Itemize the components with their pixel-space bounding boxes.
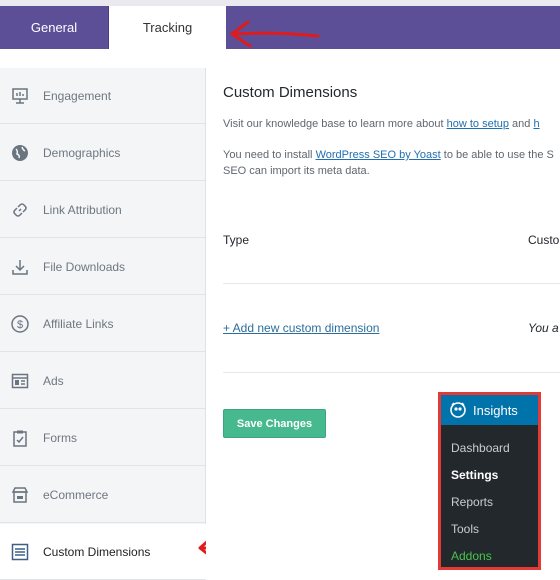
sidebar-item-link-attribution[interactable]: Link Attribution bbox=[0, 182, 205, 238]
kb-and-text: and bbox=[508, 118, 534, 130]
download-icon bbox=[10, 257, 30, 277]
install-notice-text: You need to install WordPress SEO by Yoa… bbox=[223, 147, 560, 179]
insights-menu-header[interactable]: Insights bbox=[441, 395, 538, 425]
sidebar-item-label: Link Attribution bbox=[43, 202, 122, 217]
sidebar-item-label: Affiliate Links bbox=[43, 316, 114, 331]
sidebar-item-label: eCommerce bbox=[43, 487, 109, 502]
divider bbox=[223, 372, 560, 373]
globe-icon bbox=[10, 143, 30, 163]
menu-item-dashboard[interactable]: Dashboard bbox=[451, 441, 510, 455]
add-custom-dimension-link[interactable]: + Add new custom dimension bbox=[223, 321, 379, 335]
sidebar-item-label: Custom Dimensions bbox=[43, 544, 151, 559]
sidebar-item-demographics[interactable]: Demographics bbox=[0, 125, 205, 181]
menu-item-reports[interactable]: Reports bbox=[451, 495, 493, 509]
sidebar-item-ecommerce[interactable]: eCommerce bbox=[0, 467, 205, 523]
tab-general[interactable]: General bbox=[0, 6, 109, 49]
notice-text: You a bbox=[528, 321, 559, 335]
dollar-icon: $ bbox=[10, 314, 30, 334]
svg-text:$: $ bbox=[17, 319, 23, 331]
dimensions-icon bbox=[10, 542, 30, 562]
sidebar-item-engagement[interactable]: Engagement bbox=[0, 68, 205, 124]
sidebar-item-custom-dimensions[interactable]: Custom Dimensions bbox=[0, 524, 206, 580]
page-title: Custom Dimensions bbox=[223, 84, 358, 101]
sidebar-item-ads[interactable]: Ads bbox=[0, 353, 205, 409]
kb-second-link[interactable]: h bbox=[533, 118, 539, 130]
install-suffix-text: to be able to use the S bbox=[440, 149, 554, 161]
sidebar-item-label: Engagement bbox=[43, 88, 112, 103]
sidebar-item-label: Forms bbox=[43, 430, 77, 445]
link-icon bbox=[10, 200, 30, 220]
install-line2-text: SEO can import its meta data. bbox=[223, 165, 370, 177]
column-header-type: Type bbox=[223, 233, 250, 247]
clipboard-icon bbox=[10, 428, 30, 448]
insights-menu-title: Insights bbox=[473, 402, 518, 418]
menu-item-addons[interactable]: Addons bbox=[451, 549, 492, 563]
divider bbox=[223, 283, 560, 284]
menu-item-tools[interactable]: Tools bbox=[451, 522, 479, 536]
ads-layout-icon bbox=[10, 371, 30, 391]
wordpress-seo-link[interactable]: WordPress SEO by Yoast bbox=[316, 149, 441, 161]
annotation-arrow-tracking bbox=[230, 20, 320, 48]
sidebar-item-label: Demographics bbox=[43, 145, 121, 160]
knowledge-base-text: Visit our knowledge base to learn more a… bbox=[223, 118, 560, 130]
kb-prefix-text: Visit our knowledge base to learn more a… bbox=[223, 118, 447, 130]
tab-tracking[interactable]: Tracking bbox=[109, 6, 226, 49]
insights-admin-menu: Insights Dashboard Settings Reports Tool… bbox=[438, 392, 541, 570]
sidebar-item-file-downloads[interactable]: File Downloads bbox=[0, 239, 205, 295]
sidebar-item-label: File Downloads bbox=[43, 259, 126, 274]
tracking-sidebar: Engagement Demographics Link Attribution… bbox=[0, 68, 206, 580]
store-icon bbox=[10, 485, 30, 505]
column-header-custom: Custo bbox=[528, 233, 560, 247]
insights-logo-icon bbox=[449, 401, 467, 419]
menu-item-settings[interactable]: Settings bbox=[451, 468, 498, 482]
sidebar-item-forms[interactable]: Forms bbox=[0, 410, 205, 466]
sidebar-item-affiliate-links[interactable]: $ Affiliate Links bbox=[0, 296, 205, 352]
install-prefix-text: You need to install bbox=[223, 149, 316, 161]
save-changes-button[interactable]: Save Changes bbox=[223, 409, 326, 438]
how-to-setup-link[interactable]: how to setup bbox=[447, 118, 509, 130]
presentation-icon bbox=[10, 86, 30, 106]
sidebar-item-label: Ads bbox=[43, 373, 64, 388]
